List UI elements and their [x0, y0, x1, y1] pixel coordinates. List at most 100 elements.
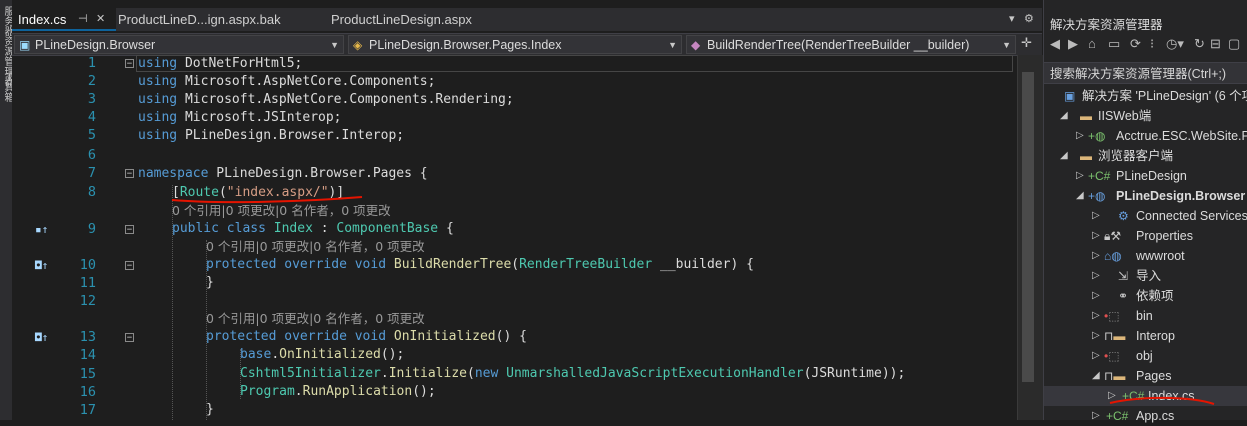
code-line-17: }	[206, 402, 214, 417]
collapse-icon[interactable]: −	[125, 225, 134, 235]
collapsed-arrow-icon[interactable]: ▷	[1092, 286, 1100, 306]
split-window-icon[interactable]: ✛	[1021, 35, 1032, 51]
chevron-down-icon: ▼	[1002, 40, 1011, 50]
expanded-arrow-icon[interactable]: ◢	[1060, 146, 1068, 166]
csharp-file-icon: +C#	[1122, 389, 1145, 403]
line-number: 3	[87, 91, 96, 107]
member-dropdown[interactable]: ◆ BuildRenderTree(RenderTreeBuilder __bu…	[686, 35, 1016, 54]
code-line-3: using Microsoft.AspNetCore.Components.Re…	[138, 92, 514, 107]
line-number: 13	[79, 329, 96, 345]
collapsed-arrow-icon[interactable]: ▷	[1092, 266, 1100, 286]
collapsed-arrow-icon[interactable]: ▷	[1092, 226, 1100, 246]
tab-index-cs[interactable]: Index.cs ⊣ ✕	[12, 8, 116, 31]
code-line-2: using Microsoft.AspNetCore.Components;	[138, 74, 436, 89]
folder-icon: ⊓▬	[1104, 329, 1126, 343]
close-icon[interactable]: ✕	[96, 8, 105, 31]
collapse-icon[interactable]: −	[125, 59, 134, 69]
collapsed-arrow-icon[interactable]: ▷	[1092, 406, 1100, 426]
project-dropdown[interactable]: ▣ PLineDesign.Browser ▼	[14, 35, 344, 54]
web-project-icon: +◍	[1088, 129, 1106, 143]
implementation-icon[interactable]: ▪↑	[35, 223, 48, 236]
tree-item-iisweb[interactable]: ◢ ▬ IISWeb端	[1044, 106, 1247, 126]
collapsed-arrow-icon[interactable]: ▷	[1092, 306, 1100, 326]
line-number: 16	[79, 384, 96, 400]
collapsed-arrow-icon[interactable]: ▷	[1092, 346, 1100, 366]
code-line-10: protected override void BuildRenderTree(…	[206, 257, 754, 272]
code-line-1: using DotNetForHtml5;	[138, 56, 303, 71]
tree-item-wwwroot[interactable]: ▷ ⌂◍ wwwroot	[1044, 246, 1247, 266]
line-number: 15	[79, 366, 96, 382]
collapsed-arrow-icon[interactable]: ▷	[1076, 166, 1084, 186]
codelens-references[interactable]: 0 个引用|0 项更改|0 名作者，0 项更改	[206, 238, 425, 256]
code-line-7: namespace PLineDesign.Browser.Pages {	[138, 166, 428, 181]
line-number: 6	[87, 147, 96, 163]
collapse-icon[interactable]: −	[125, 261, 134, 271]
tree-item-index-cs[interactable]: ▷ +C# Index.cs	[1044, 386, 1247, 406]
tree-item-solution[interactable]: ▣ 解决方案 'PLineDesign' (6 个项	[1044, 86, 1247, 106]
forward-icon[interactable]: ▶	[1068, 36, 1078, 52]
collapse-icon[interactable]: −	[125, 333, 134, 343]
tree-item-dependencies[interactable]: ▷ ⚭ 依赖项	[1044, 286, 1247, 306]
expanded-arrow-icon[interactable]: ◢	[1092, 366, 1100, 386]
history-icon[interactable]: ◷▾	[1166, 36, 1184, 52]
tab-productlinedesign-bak[interactable]: ProductLineD...ign.aspx.bak	[112, 8, 324, 31]
tree-item-obj[interactable]: ▷ •⬚ obj	[1044, 346, 1247, 366]
web-project-icon: +◍	[1088, 189, 1106, 203]
tree-item-bin[interactable]: ▷ •⬚ bin	[1044, 306, 1247, 326]
code-line-8: [Route("index.aspx/")]	[172, 185, 345, 200]
solution-icon: ▣	[1064, 89, 1076, 103]
tree-item-website-project[interactable]: ▷ +◍ Acctrue.ESC.WebSite.P	[1044, 126, 1247, 146]
code-line-15: Cshtml5Initializer.Initialize(new Unmars…	[240, 366, 906, 381]
collapse-icon[interactable]: −	[125, 169, 134, 179]
scrollbar-thumb[interactable]	[1022, 72, 1034, 382]
tree-item-pages[interactable]: ◢ ⊓▬ Pages	[1044, 366, 1247, 386]
tree-item-plinedesign-browser[interactable]: ◢ +◍ PLineDesign.Browser	[1044, 186, 1247, 206]
csharp-project-icon: +C#	[1088, 169, 1111, 183]
collapsed-arrow-icon[interactable]: ▷	[1092, 326, 1100, 346]
collapsed-arrow-icon[interactable]: ▷	[1092, 246, 1100, 266]
line-number: 4	[87, 109, 96, 125]
line-number: 10	[79, 257, 96, 273]
tree-item-properties[interactable]: ▷ 🔒︎⚒ Properties	[1044, 226, 1247, 246]
tree-item-app-cs[interactable]: ▷ +C# App.cs	[1044, 406, 1247, 426]
code-line-16: Program.RunApplication();	[240, 384, 436, 399]
collapsed-arrow-icon[interactable]: ▷	[1076, 126, 1084, 146]
tree-item-plinedesign[interactable]: ▷ +C# PLineDesign	[1044, 166, 1247, 186]
pin-icon[interactable]: ⊣	[78, 8, 88, 31]
solution-search-input[interactable]: 搜索解决方案资源管理器(Ctrl+;)	[1044, 62, 1247, 84]
home-icon[interactable]: ⌂	[1088, 36, 1096, 51]
tree-item-interop[interactable]: ▷ ⊓▬ Interop	[1044, 326, 1247, 346]
sync-icon[interactable]: ⟳	[1130, 36, 1141, 52]
method-icon: ◆	[691, 38, 701, 52]
line-number: 5	[87, 127, 96, 143]
line-number: 11	[79, 275, 96, 291]
override-icon[interactable]: ◘↑	[35, 331, 48, 344]
solution-explorer-toolbar: ◀ ▶ ⌂ ▭ ⟳ ⁝ ◷▾ ↻ ⊟ ▢	[1044, 36, 1247, 58]
tree-item-imports[interactable]: ▷ ⇲ 导入	[1044, 266, 1247, 286]
class-dropdown[interactable]: ◈ PLineDesign.Browser.Pages.Index ▼	[348, 35, 682, 54]
pending-changes-icon[interactable]: ⁝	[1150, 36, 1154, 52]
collapsed-arrow-icon[interactable]: ▷	[1092, 206, 1100, 226]
tab-productlinedesign-aspx[interactable]: ProductLineDesign.aspx	[325, 8, 525, 31]
override-icon[interactable]: ◘↑	[35, 259, 48, 272]
folder-open-icon: ⊓▬	[1104, 369, 1126, 383]
code-text-area[interactable]: ▪↑ ◘↑ ◘↑ 1 2 3 4 5 6 7 8 9 10 11 12 13 1…	[12, 55, 1017, 420]
line-number: 2	[87, 73, 96, 89]
collapse-all-icon[interactable]: ⊟	[1210, 36, 1221, 52]
codelens-references[interactable]: 0 个引用|0 项更改|0 名作者，0 项更改	[172, 202, 391, 220]
expanded-arrow-icon[interactable]: ◢	[1076, 186, 1084, 206]
collapsed-arrow-icon[interactable]: ▷	[1108, 386, 1116, 406]
back-icon[interactable]: ◀	[1050, 36, 1060, 52]
tab-dropdown-icon[interactable]: ▾	[1009, 12, 1015, 25]
excluded-folder-icon: •⬚	[1104, 309, 1120, 323]
codelens-references[interactable]: 0 个引用|0 项更改|0 名作者，0 项更改	[206, 310, 425, 328]
show-all-files-icon[interactable]: ▢	[1228, 36, 1240, 52]
refresh-icon[interactable]: ↻	[1194, 36, 1205, 52]
csharp-project-icon: ▣	[19, 38, 31, 52]
expanded-arrow-icon[interactable]: ◢	[1060, 106, 1068, 126]
tree-item-browser-client[interactable]: ◢ ▬ 浏览器客户端	[1044, 146, 1247, 166]
tree-item-connected-services[interactable]: ▷ ⚙ Connected Services	[1044, 206, 1247, 226]
settings-icon[interactable]: ⚙	[1024, 12, 1034, 25]
excluded-folder-icon: •⬚	[1104, 349, 1120, 363]
switch-views-icon[interactable]: ▭	[1108, 36, 1120, 52]
